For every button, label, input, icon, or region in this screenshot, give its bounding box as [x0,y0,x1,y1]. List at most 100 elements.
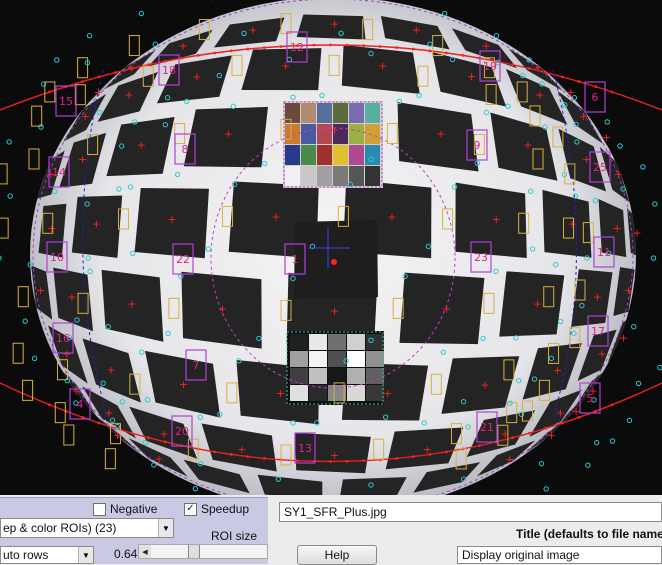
edge-roi[interactable] [63,424,75,446]
speedup-checkbox[interactable]: ✓ Speedup [184,502,249,516]
gray-patch [347,334,365,350]
roi-number-label: 22 [176,253,190,266]
center-cross: + [281,59,290,72]
corner-marker [594,439,600,446]
edge-roi[interactable] [0,217,9,239]
center-cross: + [272,210,281,223]
boundary-dot [196,54,200,57]
color-patch [349,166,364,186]
fisheye-image: + + + + + + + + + + + + + + + + + + + + + + + + + + + + + + + + + + + + + + + +… [0,0,662,495]
edge-roi[interactable] [54,402,66,424]
file-name-field[interactable]: SY1_SFR_Plus.jpg [279,502,662,522]
corner-marker [38,124,44,130]
center-cross: + [36,284,45,297]
speedup-checkbox-box[interactable]: ✓ [184,502,197,516]
chevron-down-icon[interactable]: ▼ [158,519,173,537]
corner-marker [650,255,657,261]
corner-marker [657,364,662,371]
color-patch [349,103,364,123]
corner-marker [493,33,500,39]
roi-number-label: 19 [483,60,497,73]
center-cross: + [67,291,76,304]
corner-marker [152,41,158,48]
boundary-dot [610,403,614,407]
center-cross: + [154,453,163,466]
negative-checkbox[interactable]: Negative [93,502,157,516]
boundary-dot [48,90,51,94]
boundary-dot [511,436,515,440]
boundary-dot [312,43,316,47]
negative-checkbox-box[interactable] [93,502,106,516]
color-patch [285,145,300,165]
center-cross: + [72,384,81,397]
roi-size-slider[interactable]: ◀ [138,544,268,559]
center-cross: + [104,407,113,420]
center-cross: + [480,378,489,391]
color-patch [285,166,300,186]
boundary-dot [362,459,366,463]
boundary-dot [461,54,465,57]
chevron-down-icon[interactable]: ▼ [78,547,93,563]
color-patch [333,103,348,123]
boundary-dot [114,71,117,74]
corner-marker [604,119,610,125]
slider-left-arrow-icon[interactable]: ◀ [139,545,151,558]
edge-roi[interactable] [0,163,8,185]
edge-roi[interactable] [104,448,116,470]
roi-number-label: 4 [77,398,84,411]
edge-roi[interactable] [31,105,43,127]
boundary-dot [594,409,598,413]
center-dot [331,259,337,265]
slider-thumb[interactable] [188,545,200,558]
edge-roi[interactable] [74,84,86,106]
center-cross: + [237,443,246,456]
corner-marker [609,438,616,444]
edge-roi[interactable] [12,342,24,364]
sfr-roi-15[interactable]: 15 [55,85,77,117]
color-patch [301,124,316,144]
center-cross: + [330,304,339,317]
corner-marker [192,485,199,492]
center-cross: + [442,302,451,315]
display-mode-select[interactable]: Display original image [457,546,662,564]
center-cross: + [412,24,421,37]
boundary-dot [81,415,84,419]
corner-marker [617,143,623,149]
edge-roi[interactable] [28,148,40,170]
chart-tile [499,271,565,337]
roi-type-select[interactable]: ep & color ROIs) (23) ▼ [0,518,174,538]
corner-marker [7,193,13,199]
center-cross: + [127,297,136,310]
corner-marker [585,462,591,468]
center-cross: + [533,62,542,75]
edge-roi[interactable] [128,35,140,57]
roi-number-label: 20 [175,425,189,438]
center-cross: + [566,86,575,99]
rows-select[interactable]: uto rows ▼ [0,546,94,564]
center-cross: + [467,70,476,83]
center-cross: + [613,222,622,235]
center-cross: + [602,131,611,144]
center-cross: + [330,18,339,31]
boundary-dot [561,75,564,79]
boundary-dot [478,444,481,448]
image-view[interactable]: + + + + + + + + + + + + + + + + + + + + + + + + + + + + + + + + + + + + + + + +… [0,0,662,495]
corner-marker [652,201,658,207]
gray-patch [347,385,365,401]
color-patch [365,166,380,186]
gray-patch [309,334,327,350]
roi-number-label: 6 [592,91,599,104]
gray-patch [328,334,346,350]
center-cross: + [378,59,387,72]
boundary-dot [445,450,448,454]
color-patch [301,166,316,186]
boundary-dot [594,85,598,88]
boundary-dot [130,431,134,435]
speedup-label: Speedup [201,502,250,516]
gray-patch [347,368,365,384]
edge-roi[interactable] [17,286,29,308]
help-button[interactable]: Help [297,545,377,565]
boundary-dot [445,51,448,55]
title-label: Title (defaults to file name [516,527,662,541]
boundary-dot [163,59,167,63]
